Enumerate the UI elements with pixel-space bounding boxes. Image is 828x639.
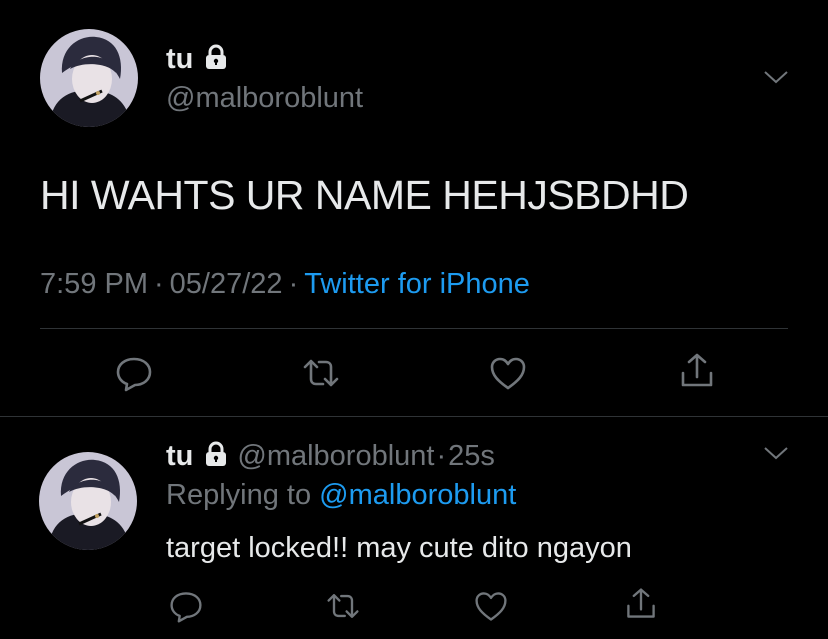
- display-name[interactable]: tu: [166, 440, 193, 472]
- tweet-time[interactable]: 7:59 PM: [40, 268, 148, 300]
- handle[interactable]: @malboroblunt: [166, 84, 363, 113]
- reply-text: target locked!! may cute dito ngayon: [166, 532, 632, 564]
- tweet-date[interactable]: 05/27/22: [170, 268, 283, 300]
- retweet-icon[interactable]: [325, 588, 365, 628]
- chevron-down-icon[interactable]: [763, 446, 789, 462]
- display-name[interactable]: tu: [166, 44, 229, 76]
- avatar[interactable]: [40, 29, 138, 127]
- reply-icon[interactable]: [168, 588, 208, 628]
- reply-header: tu @malboroblunt·25s: [166, 441, 495, 473]
- like-icon[interactable]: [488, 353, 528, 393]
- divider: [40, 328, 788, 329]
- chevron-down-icon[interactable]: [763, 70, 789, 86]
- tweet-source[interactable]: Twitter for iPhone: [304, 268, 530, 300]
- reply-icon[interactable]: [114, 353, 154, 393]
- mention-link[interactable]: @malboroblunt: [319, 479, 516, 511]
- share-icon[interactable]: [623, 586, 663, 626]
- replying-prefix: Replying to: [166, 479, 312, 511]
- like-icon[interactable]: [473, 588, 513, 628]
- tweet-thread: tu @malboroblunt HI WAHTS UR NAME HEHJSB…: [0, 0, 828, 639]
- separator: ·: [154, 268, 164, 300]
- share-icon[interactable]: [677, 351, 717, 391]
- retweet-icon[interactable]: [301, 353, 341, 393]
- divider: [0, 416, 828, 417]
- tweet-age[interactable]: 25s: [448, 440, 495, 472]
- lock-icon: [203, 44, 229, 76]
- display-name-text[interactable]: tu: [166, 43, 193, 75]
- tweet-metadata: 7:59 PM · 05/27/22 · Twitter for iPhone: [40, 270, 530, 299]
- separator: ·: [436, 440, 447, 472]
- handle[interactable]: @malboroblunt: [237, 440, 434, 472]
- tweet-text: HI WAHTS UR NAME HEHJSBDHD: [40, 172, 689, 218]
- avatar[interactable]: [39, 452, 137, 550]
- lock-icon: [203, 441, 229, 473]
- separator: ·: [288, 268, 299, 300]
- replying-to: Replying to @malboroblunt: [166, 481, 516, 510]
